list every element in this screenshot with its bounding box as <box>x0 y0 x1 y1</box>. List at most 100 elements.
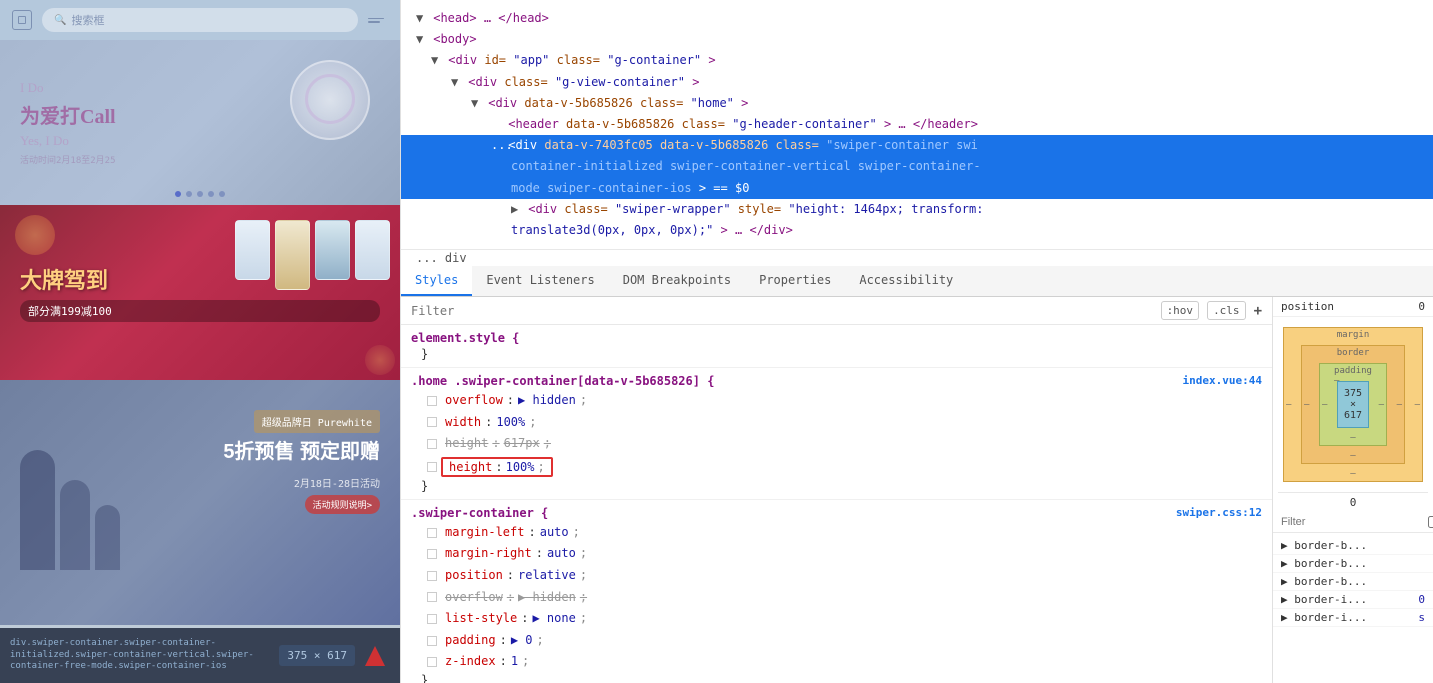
dot-4 <box>208 191 214 197</box>
css-prop-height-strikethrough: height : 617px ; <box>411 433 1262 455</box>
box-model-panel: position 0 margin – – – <box>1273 297 1433 683</box>
margin-dash-left: – <box>1286 400 1291 410</box>
product-3 <box>315 220 350 280</box>
dom-line-header[interactable]: <header data-v-5b685826 class= "g-header… <box>401 114 1433 135</box>
content-size: 375 × 617 <box>1338 388 1368 421</box>
product-images <box>235 220 390 290</box>
right-prop-border-b-1: ▶ border-b... <box>1273 537 1433 555</box>
search-box[interactable]: 🔍 搜索框 <box>42 8 358 32</box>
tab-dom-breakpoints[interactable]: DOM Breakpoints <box>609 266 745 296</box>
dot-2 <box>186 191 192 197</box>
right-properties-list: ▶ border-b... ▶ border-b... ▶ border-b..… <box>1273 533 1433 683</box>
element-size-badge: 375 × 617 <box>279 645 355 666</box>
prop-checkbox-width-1[interactable] <box>427 417 437 427</box>
tab-accessibility[interactable]: Accessibility <box>845 266 967 296</box>
dot-1 <box>175 191 181 197</box>
css-selector-swiper-home: .home .swiper-container[data-v-5b685826]… <box>411 374 1262 388</box>
right-prop-border-b-2: ▶ border-b... <box>1273 555 1433 573</box>
filter-plus-button[interactable]: + <box>1254 303 1262 319</box>
bottom-zero: 0 <box>1273 493 1433 512</box>
dom-line-swiper-selected[interactable]: ... <div data-v-7403fc05 data-v-5b685826… <box>401 135 1433 156</box>
css-filter-input[interactable] <box>411 304 1153 318</box>
element-status-bar: div.swiper-container.swiper-container-in… <box>0 628 400 683</box>
tab-event-listeners[interactable]: Event Listeners <box>472 266 608 296</box>
dom-line-swiper-wrapper[interactable]: ▶ <div class= "swiper-wrapper" style= "h… <box>401 199 1433 220</box>
banner3-sub: 2月18日-28日活动 <box>294 475 380 490</box>
prop-checkbox-position[interactable] <box>427 571 437 581</box>
css-prop-position: position : relative ; <box>411 565 1262 587</box>
css-rule-swiper: .swiper-container { swiper.css:12 margin… <box>401 500 1272 683</box>
dom-tree[interactable]: ▼ <head> … </head> ▼ <body> ▼ <div id= "… <box>401 0 1433 250</box>
css-rule-element-style: element.style { } <box>401 325 1272 368</box>
margin-label: margin <box>1337 330 1370 340</box>
menu-icon <box>368 10 388 30</box>
prop-checkbox-margin-right[interactable] <box>427 549 437 559</box>
dom-line-home[interactable]: ▼ <div data-v-5b685826 class= "home" > <box>401 93 1433 114</box>
devtools-panel: ▼ <head> … </head> ▼ <body> ▼ <div id= "… <box>400 0 1433 683</box>
product-4 <box>355 220 390 280</box>
banner3-title: 5折预售 预定即赠 <box>223 435 380 464</box>
prop-checkbox-margin-left[interactable] <box>427 528 437 538</box>
filter-cls-button[interactable]: .cls <box>1207 301 1246 320</box>
filter-hov-button[interactable]: :hov <box>1161 301 1200 320</box>
dot-5 <box>219 191 225 197</box>
prop-checkbox-overflow-1[interactable] <box>427 396 437 406</box>
search-placeholder: 搜索框 <box>71 12 104 28</box>
prop-checkbox-height-100[interactable] <box>427 462 437 472</box>
css-prop-margin-right: margin-right : auto ; <box>411 543 1262 565</box>
arrow-icon <box>360 641 390 671</box>
banner3-btn[interactable]: 活动规则说明> <box>305 495 380 514</box>
box-model-container: margin – – – border – – – <box>1273 317 1433 492</box>
css-rule-close-3: } <box>411 673 1262 683</box>
css-prop-width-1: width : 100% ; <box>411 412 1262 434</box>
css-prop-margin-left: margin-left : auto ; <box>411 522 1262 544</box>
css-prop-padding: padding : ▶ 0 ; <box>411 630 1262 652</box>
right-prop-border-b-3: ▶ border-b... <box>1273 573 1433 591</box>
css-prop-z-index: z-index : 1 ; <box>411 651 1262 673</box>
source-link-index-vue[interactable]: index.vue:44 <box>1183 374 1262 387</box>
banner-jewelry: I Do 为爱打Call Yes, I Do 活动时间2月18至2月25 <box>0 40 400 205</box>
css-rule-close-1: } <box>411 347 1262 361</box>
tab-properties[interactable]: Properties <box>745 266 845 296</box>
source-link-swiper-css[interactable]: swiper.css:12 <box>1176 506 1262 519</box>
dom-line-view-container[interactable]: ▼ <div class= "g-view-container" > <box>401 72 1433 93</box>
css-rules-panel: :hov .cls + element.style { } .home .swi… <box>401 297 1273 683</box>
prop-checkbox-overflow-2[interactable] <box>427 592 437 602</box>
border-dash-right: – <box>1397 400 1402 410</box>
right-prop-border-i-1: ▶ border-i... 0 <box>1273 591 1433 609</box>
banner1-title: 为爱打Call <box>20 100 116 129</box>
css-prop-overflow-2: overflow : ▶ hidden ; <box>411 587 1262 609</box>
dom-line-swiper-classes[interactable]: container-initialized swiper-container-v… <box>401 156 1433 177</box>
position-label: position <box>1281 300 1334 313</box>
right-filter-bar <box>1273 512 1433 533</box>
css-selector-element-style: element.style { <box>411 331 1262 345</box>
dom-line-swiper-end[interactable]: mode swiper-container-ios > == $0 <box>401 178 1433 199</box>
position-value: 0 <box>1418 300 1425 313</box>
banner2-sub: 部分满199减100 <box>20 300 380 322</box>
banner1-desc: 活动时间2月18至2月25 <box>20 153 116 166</box>
css-selector-swiper: .swiper-container { swiper.css:12 <box>411 506 1262 520</box>
prop-checkbox-z-index[interactable] <box>427 657 437 667</box>
right-filter-input[interactable] <box>1281 516 1423 528</box>
mobile-top-bar: 🔍 搜索框 <box>0 0 400 40</box>
prop-checkbox-list-style[interactable] <box>427 614 437 624</box>
dom-line-head[interactable]: ▼ <head> … </head> <box>401 8 1433 29</box>
dom-line-body[interactable]: ▼ <body> <box>401 29 1433 50</box>
product-1 <box>235 220 270 280</box>
dom-line-translate[interactable]: translate3d(0px, 0px, 0px);" > … </div> <box>401 220 1433 241</box>
collapse-triangle: ▼ <box>416 9 426 28</box>
banner1-line1: I Do <box>20 80 43 96</box>
prop-checkbox-padding[interactable] <box>427 636 437 646</box>
css-rule-swiper-home: .home .swiper-container[data-v-5b685826]… <box>401 368 1272 500</box>
styles-panel: :hov .cls + element.style { } .home .swi… <box>401 297 1433 683</box>
margin-dash-right: – <box>1415 400 1420 410</box>
banner-promotion: 大牌驾到 部分满199减100 <box>0 205 400 380</box>
dom-line-app[interactable]: ▼ <div id= "app" class= "g-container" > <box>401 50 1433 71</box>
padding-dash-right: – <box>1379 400 1384 410</box>
carousel-dots <box>175 191 225 197</box>
prop-checkbox-height-st[interactable] <box>427 439 437 449</box>
right-filter-checkbox[interactable] <box>1428 516 1433 528</box>
search-icon: 🔍 <box>54 15 66 26</box>
tab-styles[interactable]: Styles <box>401 266 472 296</box>
css-rule-close-2: } <box>411 479 1262 493</box>
